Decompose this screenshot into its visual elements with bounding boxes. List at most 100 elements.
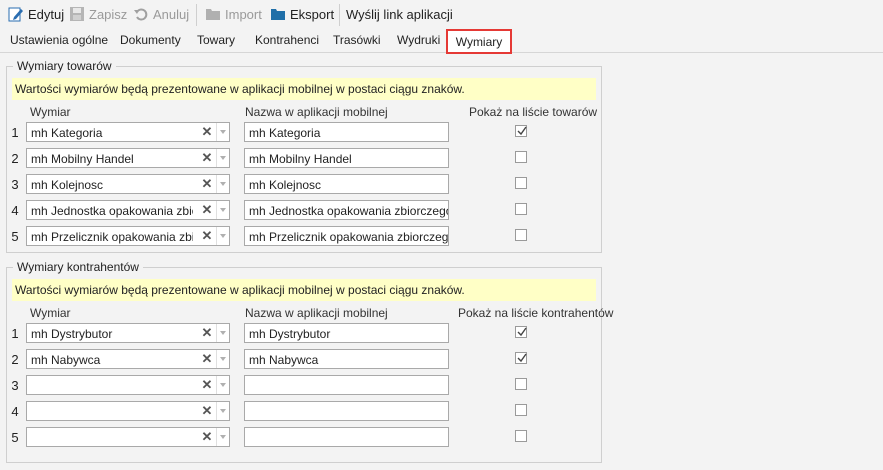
tab-goods[interactable]: Towary (197, 33, 235, 47)
checkmark-icon (517, 327, 527, 337)
show-on-list-checkbox[interactable] (515, 430, 527, 442)
show-on-list-checkbox[interactable] (515, 352, 527, 364)
dimension-combo[interactable]: mh Jednostka opakowania zbiorczego ✕ (26, 200, 230, 220)
row-number: 2 (11, 151, 19, 166)
show-on-list-checkbox[interactable] (515, 125, 527, 137)
dimension-combo[interactable]: mh Kategoria ✕ (26, 122, 230, 142)
dimension-value: mh Kategoria (31, 126, 103, 140)
tab-printouts[interactable]: Wydruki (397, 33, 440, 47)
contractors-col-show: Pokaż na liście kontrahentów (458, 306, 614, 320)
clear-icon[interactable]: ✕ (199, 150, 215, 166)
clear-icon[interactable]: ✕ (199, 403, 215, 419)
dimension-combo[interactable]: mh Przelicznik opakowania zbiorczego ✕ (26, 226, 230, 246)
dimension-combo[interactable]: mh Mobilny Handel ✕ (26, 148, 230, 168)
save-button[interactable]: Zapisz (69, 5, 127, 23)
dimension-value: mh Dystrybutor (31, 327, 113, 341)
dimension-value: mh Nabywca (31, 353, 101, 367)
toolbar: Edytuj Zapisz Anuluj Import Eksport Wyśl… (0, 0, 883, 28)
import-button[interactable]: Import (205, 5, 262, 23)
dimension-combo[interactable]: mh Nabywca ✕ (26, 349, 230, 369)
clear-icon[interactable]: ✕ (199, 176, 215, 192)
show-on-list-checkbox[interactable] (515, 177, 527, 189)
tab-dimensions[interactable]: Wymiary (446, 29, 512, 54)
dimension-combo[interactable]: ✕ (26, 401, 230, 421)
show-on-list-checkbox[interactable] (515, 378, 527, 390)
dimension-combo[interactable]: mh Kolejnosc ✕ (26, 174, 230, 194)
row-number: 1 (11, 125, 19, 140)
chevron-down-icon[interactable] (216, 175, 230, 193)
checkmark-icon (517, 353, 527, 363)
mobile-name-field[interactable] (244, 375, 449, 395)
contractors-col-dimension: Wymiar (30, 306, 71, 320)
row-number: 4 (11, 404, 19, 419)
goods-col-dimension: Wymiar (30, 105, 71, 119)
send-link-label: Wyślij link aplikacji (346, 6, 453, 22)
show-on-list-checkbox[interactable] (515, 151, 527, 163)
dimension-value: mh Przelicznik opakowania zbiorczego (31, 230, 193, 244)
send-link-button[interactable]: Wyślij link aplikacji (346, 5, 453, 23)
row-number: 3 (11, 177, 19, 192)
chevron-down-icon[interactable] (216, 376, 230, 394)
clear-icon[interactable]: ✕ (199, 228, 215, 244)
edit-button[interactable]: Edytuj (8, 5, 64, 23)
mobile-name-field[interactable]: mh Przelicznik opakowania zbiorczego (244, 226, 449, 246)
mobile-name-field[interactable]: mh Kolejnosc (244, 174, 449, 194)
export-label: Eksport (290, 6, 335, 22)
mobile-name-field[interactable] (244, 427, 449, 447)
mobile-name-field[interactable]: mh Nabywca (244, 349, 449, 369)
tab-routes[interactable]: Trasówki (333, 33, 381, 47)
clear-icon[interactable]: ✕ (199, 429, 215, 445)
chevron-down-icon[interactable] (216, 402, 230, 420)
clear-icon[interactable]: ✕ (199, 351, 215, 367)
chevron-down-icon[interactable] (216, 227, 230, 245)
tab-bar: Ustawienia ogólne Dokumenty Towary Kontr… (0, 29, 883, 54)
toolbar-separator (196, 4, 197, 26)
clear-icon[interactable]: ✕ (199, 377, 215, 393)
goods-col-mobile-name: Nazwa w aplikacji mobilnej (245, 105, 388, 119)
row-number: 3 (11, 378, 19, 393)
tab-contractors[interactable]: Kontrahenci (255, 33, 319, 47)
clear-icon[interactable]: ✕ (199, 325, 215, 341)
goods-note: Wartości wymiarów będą prezentowane w ap… (12, 78, 596, 100)
export-button[interactable]: Eksport (270, 5, 334, 23)
clear-icon[interactable]: ✕ (199, 202, 215, 218)
chevron-down-icon[interactable] (216, 123, 230, 141)
mobile-name-field[interactable]: mh Dystrybutor (244, 323, 449, 343)
row-number: 1 (11, 326, 19, 341)
chevron-down-icon[interactable] (216, 201, 230, 219)
show-on-list-checkbox[interactable] (515, 203, 527, 215)
tab-documents[interactable]: Dokumenty (120, 33, 181, 47)
row-number: 5 (11, 430, 19, 445)
dimension-combo[interactable]: ✕ (26, 375, 230, 395)
chevron-down-icon[interactable] (216, 149, 230, 167)
chevron-down-icon[interactable] (216, 350, 230, 368)
chevron-down-icon[interactable] (216, 428, 230, 446)
goods-dimensions-legend: Wymiary towarów (13, 59, 116, 73)
contractors-col-mobile-name: Nazwa w aplikacji mobilnej (245, 306, 388, 320)
goods-col-show: Pokaż na liście towarów (469, 105, 598, 119)
contractors-note: Wartości wymiarów będą prezentowane w ap… (12, 279, 596, 301)
checkmark-icon (517, 126, 527, 136)
dimension-combo[interactable]: ✕ (26, 427, 230, 447)
show-on-list-checkbox[interactable] (515, 229, 527, 241)
cancel-button[interactable]: Anuluj (133, 5, 189, 23)
show-on-list-checkbox[interactable] (515, 404, 527, 416)
dimension-value: mh Kolejnosc (31, 178, 104, 192)
clear-icon[interactable]: ✕ (199, 124, 215, 140)
folder-icon (270, 6, 286, 22)
mobile-name-field[interactable]: mh Mobilny Handel (244, 148, 449, 168)
mobile-name-field[interactable]: mh Kategoria (244, 122, 449, 142)
show-on-list-checkbox[interactable] (515, 326, 527, 338)
dimension-combo[interactable]: mh Dystrybutor ✕ (26, 323, 230, 343)
tab-general-settings[interactable]: Ustawienia ogólne (10, 33, 108, 47)
toolbar-separator (339, 4, 340, 26)
mobile-name-field[interactable] (244, 401, 449, 421)
row-number: 2 (11, 352, 19, 367)
row-number: 5 (11, 229, 19, 244)
mobile-name-field[interactable]: mh Jednostka opakowania zbiorczego (244, 200, 449, 220)
dimension-value: mh Mobilny Handel (31, 152, 134, 166)
edit-label: Edytuj (28, 6, 65, 22)
contractors-dimensions-group: Wymiary kontrahentów Wartości wymiarów b… (6, 260, 613, 463)
cancel-label: Anuluj (153, 6, 190, 22)
chevron-down-icon[interactable] (216, 324, 230, 342)
